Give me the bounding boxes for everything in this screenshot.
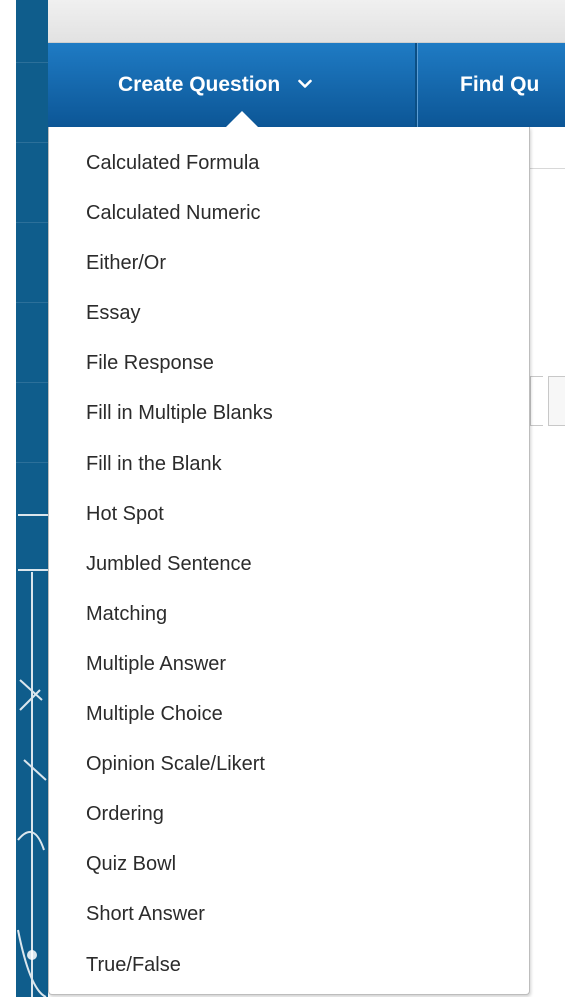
menu-item-ordering[interactable]: Ordering: [49, 789, 529, 839]
menu-item-matching[interactable]: Matching: [49, 589, 529, 639]
chevron-down-icon: [298, 43, 312, 125]
dropdown-pointer: [226, 111, 258, 127]
question-type-list: Calculated Formula Calculated Numeric Ei…: [49, 127, 529, 990]
menu-item-calculated-formula[interactable]: Calculated Formula: [49, 138, 529, 188]
menu-item-fill-in-multiple-blanks[interactable]: Fill in Multiple Blanks: [49, 388, 529, 438]
find-questions-label: Find Qu: [460, 73, 540, 96]
background-input: [530, 376, 543, 426]
menu-item-true-false[interactable]: True/False: [49, 940, 529, 990]
sketch-lines-decoration: [17, 514, 48, 997]
menu-item-file-response[interactable]: File Response: [49, 338, 529, 388]
top-toolbar-area: [48, 0, 565, 43]
background-button: [548, 376, 565, 426]
menu-item-calculated-numeric[interactable]: Calculated Numeric: [49, 188, 529, 238]
create-question-dropdown: Calculated Formula Calculated Numeric Ei…: [48, 127, 530, 995]
page: Create Question Find Qu Calculated Formu…: [0, 0, 565, 997]
menu-item-multiple-answer[interactable]: Multiple Answer: [49, 639, 529, 689]
find-questions-tab[interactable]: Find Qu: [417, 43, 565, 127]
menu-item-hot-spot[interactable]: Hot Spot: [49, 489, 529, 539]
menu-item-quiz-bowl[interactable]: Quiz Bowl: [49, 839, 529, 889]
question-tab-bar: Create Question Find Qu: [48, 43, 565, 127]
create-question-label: Create Question: [118, 73, 281, 96]
menu-item-multiple-choice[interactable]: Multiple Choice: [49, 689, 529, 739]
menu-item-fill-in-the-blank[interactable]: Fill in the Blank: [49, 439, 529, 489]
left-margin: [0, 0, 16, 997]
menu-item-short-answer[interactable]: Short Answer: [49, 889, 529, 939]
menu-item-jumbled-sentence[interactable]: Jumbled Sentence: [49, 539, 529, 589]
menu-item-essay[interactable]: Essay: [49, 288, 529, 338]
menu-item-either-or[interactable]: Either/Or: [49, 238, 529, 288]
menu-item-opinion-scale-likert[interactable]: Opinion Scale/Likert: [49, 739, 529, 789]
left-decorative-bar: [16, 0, 48, 997]
